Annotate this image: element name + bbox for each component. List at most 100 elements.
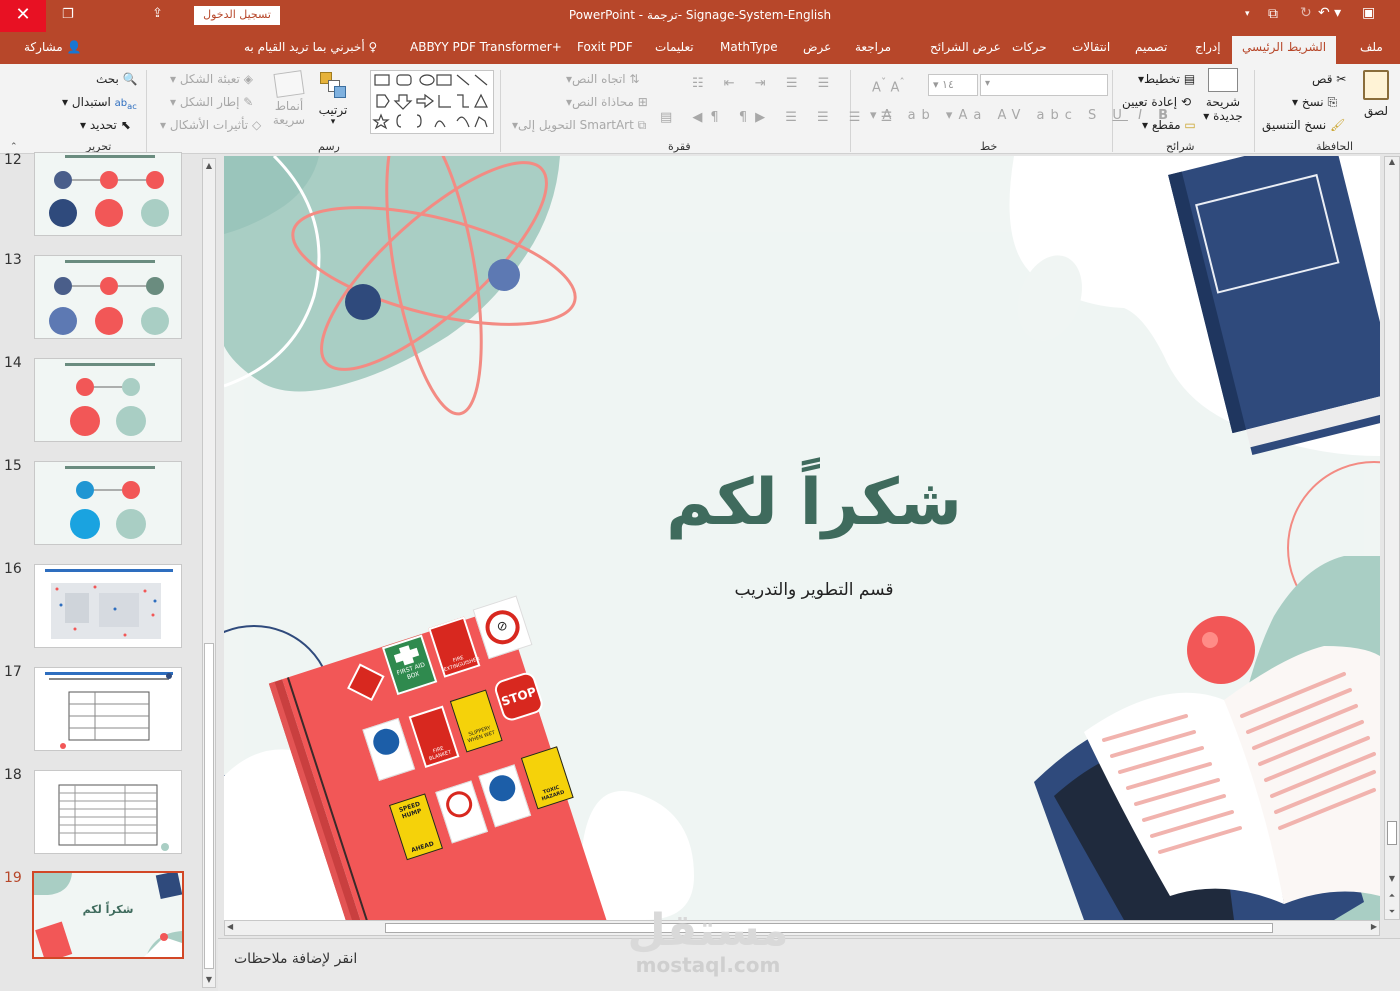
divider: [500, 70, 501, 152]
share-button[interactable]: مشاركة 👤: [24, 40, 82, 54]
tab-slideshow[interactable]: عرض الشرائح: [930, 40, 1001, 54]
tab-file[interactable]: ملف: [1360, 40, 1383, 54]
slide-thumbnail-18[interactable]: [34, 770, 182, 854]
new-slide-button[interactable]: شريحة ▾ جديدة: [1200, 68, 1246, 123]
clear-format-icon: ab: [907, 108, 936, 123]
shape-fill-button[interactable]: ▾ تعبئة الشكل ◈: [170, 72, 253, 86]
title-bar: ✕ ❐ ⇪ تسجيل الدخول PowerPoint - ترجمة- S…: [0, 0, 1400, 32]
smartart-button[interactable]: ▾التحويل إلى SmartArt ⧉: [512, 118, 646, 133]
slide-thumbnail-14[interactable]: [34, 358, 182, 442]
group-drawing: رسم: [318, 140, 340, 153]
text-direction-button[interactable]: ▾اتجاه النص ⇅: [566, 72, 639, 86]
customize-qat-icon[interactable]: ▾: [1245, 9, 1250, 19]
arrange-button[interactable]: ترتيب ▾: [318, 72, 348, 127]
align-text-icon: ⊞: [637, 95, 648, 109]
notes-placeholder[interactable]: انقر لإضافة ملاحظات: [234, 951, 357, 967]
slide-canvas[interactable]: FIRST AID BOX FIRE EXTINGUISHER ⊘ FIRE B…: [224, 156, 1380, 920]
group-slides: شرائح: [1166, 140, 1195, 153]
layout-button[interactable]: ▾تخطيط ▤: [1138, 72, 1195, 86]
scroll-thumb[interactable]: [1387, 821, 1397, 845]
stop-sign: STOP: [492, 670, 546, 724]
clipboard-icon: [1363, 70, 1389, 100]
editor-vertical-scrollbar[interactable]: ▲ ▼ ⏶ ⏷: [1384, 156, 1400, 920]
scroll-down-arrow[interactable]: ▼: [203, 973, 215, 987]
cut-button[interactable]: قص ✂: [1312, 72, 1346, 86]
font-size-box[interactable]: ▾ ١٤: [928, 74, 978, 96]
reset-button[interactable]: إعادة تعيين ⟲: [1122, 95, 1191, 109]
thumbnail-scrollbar[interactable]: ▲ ▼: [202, 158, 216, 988]
slide-preview-image: [49, 260, 169, 335]
restore-icon[interactable]: ❐: [62, 7, 74, 22]
notes-pane[interactable]: انقر لإضافة ملاحظات مستقل mostaql.com: [218, 909, 1400, 991]
copy-button[interactable]: ▾ نسخ ⎘: [1292, 95, 1337, 110]
tab-transitions[interactable]: انتقالات: [1072, 40, 1110, 54]
tab-mathtype[interactable]: MathType: [720, 40, 778, 54]
scroll-thumb[interactable]: [385, 923, 1273, 933]
select-button[interactable]: ▾ تحديد ⬉: [80, 118, 131, 132]
slide-thumbnail-15[interactable]: [34, 461, 182, 545]
undo-icon[interactable]: ↶ ▾: [1318, 5, 1341, 21]
tab-view[interactable]: عرض: [803, 40, 831, 54]
watermark: مستقل mostaql.com: [627, 905, 789, 978]
font-name-box[interactable]: ▾: [980, 74, 1108, 96]
save-icon[interactable]: ▣: [1362, 5, 1375, 21]
shape-outline-button[interactable]: ▾ إطار الشكل ✎: [170, 95, 253, 109]
scroll-thumb[interactable]: [204, 643, 214, 969]
previous-slide-icon[interactable]: ⏶: [1385, 891, 1399, 901]
next-slide-icon[interactable]: ⏷: [1385, 907, 1399, 917]
pen-icon: ✎: [243, 95, 254, 109]
scroll-up-arrow[interactable]: ▲: [1385, 157, 1399, 171]
signin-button[interactable]: تسجيل الدخول: [194, 6, 280, 25]
tab-design[interactable]: تصميم: [1135, 40, 1167, 54]
flammable-sign: [347, 663, 385, 702]
slide-thumbnail-17[interactable]: [34, 667, 182, 751]
slide-thumbnail-13[interactable]: [34, 255, 182, 339]
present-icon[interactable]: ⧉: [1268, 6, 1278, 22]
slide-subtitle[interactable]: قسم التطوير والتدريب: [644, 580, 984, 600]
tab-foxit[interactable]: Foxit PDF: [577, 40, 633, 54]
fire-extinguisher-sign: FIRE EXTINGUISHER: [428, 616, 480, 678]
scroll-right-arrow[interactable]: ▶: [1371, 922, 1377, 931]
arrange-icon: [320, 72, 346, 100]
slide-thumbnail-16[interactable]: [34, 564, 182, 648]
slide-thumbnail-19[interactable]: شكراً لكم: [32, 871, 184, 959]
search-icon: 🔍: [122, 72, 138, 86]
font-size-buttons[interactable]: Aˇ Aˆ: [872, 76, 905, 95]
scroll-down-arrow[interactable]: ▼: [1385, 874, 1399, 883]
tab-home[interactable]: الشريط الرئيسي: [1232, 36, 1337, 64]
slide-number: 13: [4, 252, 22, 268]
close-button[interactable]: ✕: [0, 0, 46, 32]
format-painter-button[interactable]: نسخ التنسيق 🖌: [1262, 118, 1345, 132]
tell-me-search[interactable]: أخبرني بما تريد القيام به ♀: [244, 40, 377, 54]
shapes-gallery[interactable]: [370, 70, 494, 134]
paste-button[interactable]: لصق: [1358, 70, 1394, 130]
slide-number: 16: [4, 561, 22, 577]
scroll-up-arrow[interactable]: ▲: [203, 159, 215, 173]
spacing-icon: AV: [997, 108, 1027, 123]
paragraph-row2[interactable]: ▤ ◀¶ ¶▶ ☰ ☰ ☰ ☰: [660, 110, 900, 125]
reset-icon: ⟲: [1180, 95, 1191, 109]
tab-review[interactable]: مراجعة: [855, 40, 891, 54]
redo-icon[interactable]: ↻: [1300, 5, 1312, 21]
scroll-left-arrow[interactable]: ◀: [227, 922, 233, 931]
ribbon-display-icon[interactable]: ⇪: [152, 6, 163, 21]
collapse-ribbon-icon[interactable]: ⌃: [10, 142, 18, 152]
quick-styles-button[interactable]: أنماط سريعة: [270, 70, 308, 127]
tab-animations[interactable]: حركات: [1012, 40, 1047, 54]
person-icon: 👤: [66, 40, 82, 54]
paragraph-row1[interactable]: ☷ ⇤ ⇥ ☰ ☰: [692, 76, 837, 91]
shapes-gallery-icon: [372, 74, 488, 130]
replace-button[interactable]: ▾ استبدال abac: [62, 95, 137, 111]
tab-abbyy[interactable]: ABBYY PDF Transformer+: [410, 40, 562, 54]
tab-help[interactable]: تعليمات: [655, 40, 694, 54]
align-text-button[interactable]: ▾محاذاة النص ⊞: [566, 95, 648, 109]
tab-insert[interactable]: إدراج: [1195, 40, 1221, 54]
slide-title[interactable]: شكراً لكم: [624, 466, 1004, 540]
slide-editor: FIRST AID BOX FIRE EXTINGUISHER ⊘ FIRE B…: [218, 154, 1400, 991]
group-clipboard: الحافظة: [1316, 140, 1354, 153]
slide-preview-image: [49, 155, 169, 227]
find-button[interactable]: بحث 🔍: [96, 72, 138, 86]
slide-thumbnail-12[interactable]: [34, 152, 182, 236]
font-format-row[interactable]: ▾A ab ▾Aa AV abc S U I B: [870, 108, 1174, 123]
shape-effects-button[interactable]: ▾ تأثيرات الأشكال ◇: [160, 118, 261, 132]
